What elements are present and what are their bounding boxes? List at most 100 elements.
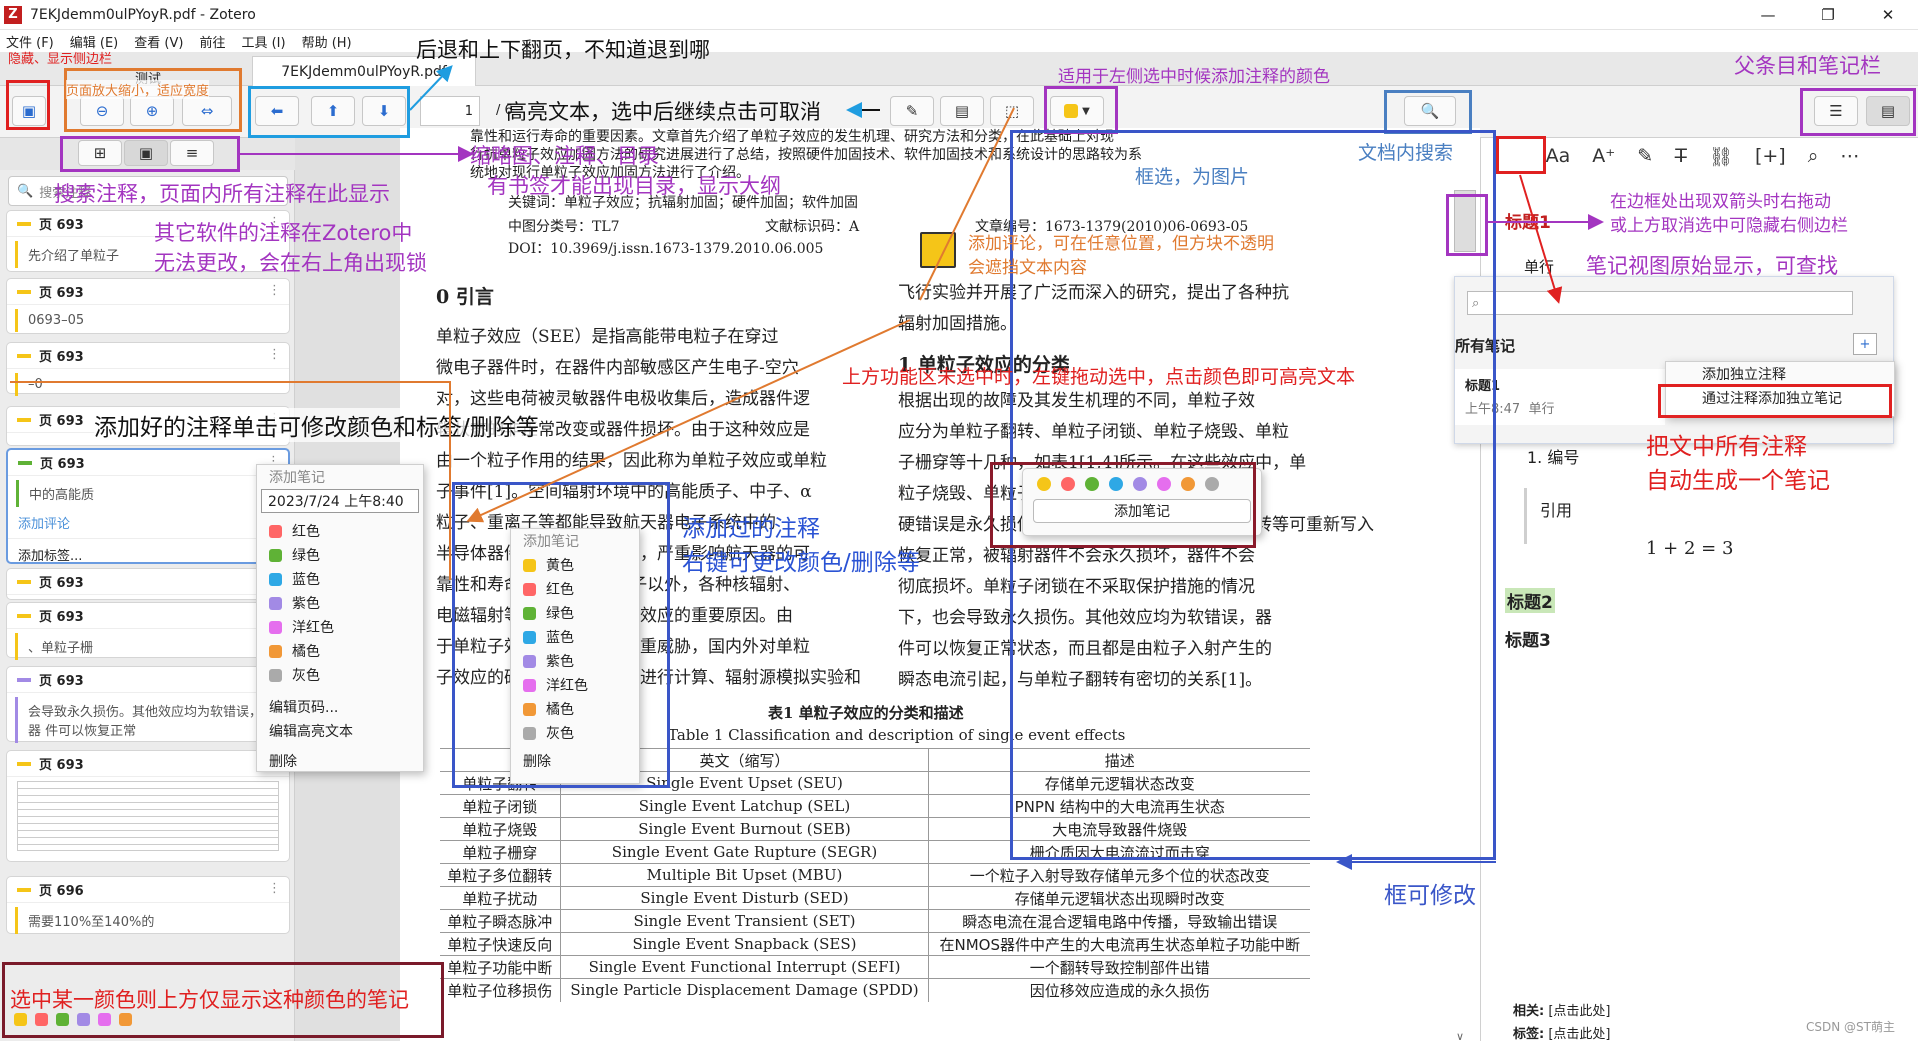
color-label: 红色: [292, 524, 320, 540]
minimize-button[interactable]: —: [1738, 0, 1798, 30]
note-quote-bar: [1524, 488, 1527, 544]
scroll-down-icon[interactable]: ∨: [1456, 1030, 1464, 1043]
table-cell: 单粒子烧毁: [440, 817, 561, 841]
highlight-box: [1658, 384, 1892, 418]
annotation-card[interactable]: 页 693⋮、单粒子栅: [6, 602, 290, 660]
area-tool-button[interactable]: ⬚: [990, 96, 1034, 126]
sticky-note-icon: ▤: [954, 102, 970, 120]
annotation-card-header: 页 696: [7, 877, 289, 903]
note-tool-button[interactable]: ▤: [940, 96, 984, 126]
annotation-card[interactable]: 页 693⋮: [6, 568, 290, 600]
ctx-add-note[interactable]: 添加笔记: [257, 465, 423, 489]
annotation-page: 页 693: [39, 758, 84, 773]
maximize-button[interactable]: ❐: [1798, 0, 1858, 30]
annotation-text: 0693–05: [15, 309, 281, 332]
table-cell: 一个翻转导致控制部件出错: [928, 955, 1310, 979]
note-heading-2: 标题2: [1505, 588, 1555, 613]
annotation-card[interactable]: 页 696 ⋮ 需要110%至140%的: [6, 876, 290, 934]
more-options-icon[interactable]: ⋮: [268, 347, 281, 362]
ctx-color-option[interactable]: 橘色: [257, 639, 423, 663]
table-cell: 因位移效应造成的永久损伤: [928, 978, 1310, 1002]
note-heading-1: 标题1: [1505, 213, 1551, 233]
menu-tools[interactable]: 工具 (I): [241, 32, 285, 51]
text-line: 微电子器件时，在器件内部敏感区产生电子-空穴: [436, 358, 799, 378]
color-swatch-icon: [269, 596, 282, 610]
related-value[interactable]: [点击此处]: [1548, 1004, 1610, 1019]
annotation-card[interactable]: 页 693 ⋮ 0693–05: [6, 278, 290, 334]
add-note-button[interactable]: +: [1853, 333, 1877, 355]
more-icon[interactable]: ⋯: [1840, 145, 1859, 167]
table-row: 单粒子扰动 Single Event Disturb (SED) 存储单元逻辑状态出…: [440, 886, 1310, 910]
annotation-text: 中的高能质: [16, 480, 280, 507]
annotation-page: 页 693: [39, 286, 84, 301]
table-cell: Single Event Transient (SET): [560, 909, 930, 933]
doc-code: 文献标识码：A: [765, 219, 860, 235]
annotation-page: 页 696: [39, 884, 84, 899]
note-math: 1 + 2 = 3: [1646, 538, 1734, 559]
insert-citation-icon[interactable]: [+]: [1755, 145, 1786, 167]
add-tags-link[interactable]: 添加标签...: [8, 538, 288, 570]
note-item-sub: 单行: [1528, 402, 1555, 417]
annotation-card[interactable]: 页 693 ⋮ 中的高能质 添加评论 添加标签...: [6, 448, 290, 564]
tip-drag-hide: 在边框处出现双箭头时右拖动 或上方取消选中可隐藏右侧边栏: [1610, 192, 1848, 236]
link-icon[interactable]: ⛓: [1709, 145, 1733, 168]
add-standalone-annotation[interactable]: 添加独立注释: [1666, 362, 1894, 386]
highlight-box: [1384, 90, 1472, 134]
annotation-card-header: 页 693: [7, 667, 289, 693]
ctx-color-option[interactable]: 蓝色: [257, 567, 423, 591]
annotation-context-menu: 添加笔记 2023/7/24 上午8:40 红色 绿色 蓝色 紫色 洋红色 橘色 灰色 编辑…: [256, 464, 424, 772]
text-format-icon[interactable]: Aa: [1546, 145, 1571, 167]
image-annotation-thumbnail: [17, 781, 279, 851]
annotation-page: 页 693: [39, 674, 84, 689]
search-icon: 🔍: [17, 183, 34, 199]
highlighter-icon[interactable]: ✎: [1637, 145, 1653, 167]
close-button[interactable]: ✕: [1858, 0, 1918, 30]
tip-search-annotations: 搜索注释，页面内所有注释在此显示: [54, 182, 390, 206]
menu-go[interactable]: 前往: [199, 32, 225, 51]
highlight-box: [1446, 194, 1488, 256]
text-line: 由一个粒子作用的结果，因此称为单粒子效应或单粒: [436, 451, 827, 471]
highlight-box: [248, 86, 410, 138]
annotation-card-header: 页 693: [7, 751, 289, 777]
zotero-logo-icon: Z: [4, 5, 22, 24]
annotation-page: 页 693: [39, 610, 84, 625]
search-icon[interactable]: ⌕: [1808, 145, 1819, 167]
ctx-delete[interactable]: 删除: [257, 749, 423, 773]
tip-right-click: 添加过的注释 右键可更改颜色/删除等: [682, 516, 920, 576]
notes-search-input[interactable]: ⌕: [1467, 291, 1853, 315]
annotation-card[interactable]: 页 693 ⋮ –0: [6, 342, 290, 396]
highlight-icon: [17, 761, 31, 766]
ctx-color-option[interactable]: 红色: [257, 519, 423, 543]
add-comment-link[interactable]: 添加评论: [8, 511, 288, 534]
ctx-color-option[interactable]: 洋红色: [257, 615, 423, 639]
tip-frame-edit: 框可修改: [1384, 883, 1476, 909]
ctx-edit-page[interactable]: 编辑页码...: [257, 695, 423, 719]
clear-format-icon[interactable]: T̶: [1675, 145, 1687, 167]
note-single-line: 单行: [1524, 258, 1555, 276]
text-size-icon[interactable]: A⁺: [1592, 145, 1615, 167]
more-options-icon[interactable]: ⋮: [268, 283, 281, 298]
tip-add-comment: 添加评论，可在任意位置，但方块不透明 会遮挡文本内容: [968, 234, 1274, 278]
sticky-note-annotation[interactable]: [920, 232, 956, 268]
related-label: 相关:: [1513, 1004, 1545, 1019]
highlight-tool-button[interactable]: ✎: [890, 96, 934, 126]
menu-view[interactable]: 查看 (V): [134, 32, 183, 51]
ctx-edit-text[interactable]: 编辑高亮文本: [257, 719, 423, 743]
tip-parent-notes: 父条目和笔记栏: [1734, 54, 1881, 78]
tip-highlight-drag: 上方功能区未选中时，左键拖动选中，点击颜色即可高亮文本: [842, 366, 1356, 388]
tip-all-to-note: 把文中所有注释 自动生成一个笔记: [1646, 434, 1830, 494]
menu-help[interactable]: 帮助 (H): [302, 32, 352, 51]
more-options-icon[interactable]: ⋮: [268, 881, 281, 896]
annotation-page: 页 693: [39, 218, 84, 233]
page-number-input[interactable]: 1: [420, 96, 480, 126]
tip-outline: 有书签才能出现目录，显示大纲: [487, 174, 781, 198]
tags-value[interactable]: [点击此处]: [1548, 1027, 1610, 1042]
table-cell: Multiple Bit Upset (MBU): [560, 863, 930, 887]
ctx-color-option[interactable]: 绿色: [257, 543, 423, 567]
highlight-icon: [17, 613, 31, 618]
annotation-card[interactable]: 页 693⋮: [6, 750, 290, 862]
ctx-color-option[interactable]: 灰色: [257, 663, 423, 687]
annotation-card[interactable]: 页 693⋮会导致永久损伤。其他效应均为软错误，器 件可以恢复正常: [6, 666, 290, 743]
color-swatch-icon: [269, 644, 282, 658]
ctx-color-option[interactable]: 紫色: [257, 591, 423, 615]
